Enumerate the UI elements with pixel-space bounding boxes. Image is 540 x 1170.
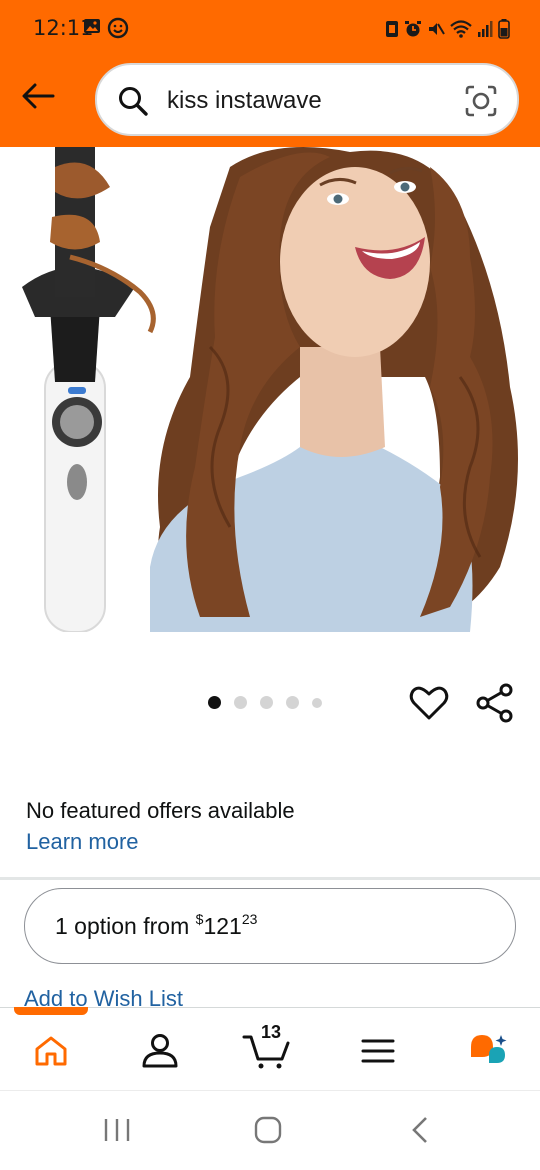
back-arrow-icon bbox=[22, 83, 55, 109]
search-icon bbox=[119, 87, 148, 116]
wifi-icon bbox=[450, 20, 472, 38]
share-button[interactable] bbox=[474, 682, 516, 724]
carousel-dot-3[interactable] bbox=[260, 696, 273, 709]
carousel-indicator[interactable] bbox=[208, 696, 322, 709]
app-header: 12:11 kiss instawave bbox=[0, 0, 540, 147]
option-price-label: 1 option from $12123 bbox=[55, 911, 258, 940]
mute-icon bbox=[429, 23, 445, 35]
wishlist-heart-button[interactable] bbox=[408, 682, 450, 724]
product-photo bbox=[22, 147, 518, 632]
status-notification-icons bbox=[83, 17, 129, 39]
nav-rufus[interactable] bbox=[464, 1030, 514, 1072]
option-prefix: 1 option from bbox=[55, 913, 196, 939]
no-offers-message: No featured offers available bbox=[26, 798, 295, 823]
status-bar: 12:11 bbox=[0, 0, 540, 58]
gallery-icon bbox=[84, 19, 100, 33]
recent-apps-icon[interactable] bbox=[103, 1117, 131, 1143]
account-icon bbox=[142, 1034, 178, 1068]
back-button[interactable] bbox=[18, 76, 58, 116]
system-navigation-bar bbox=[0, 1090, 540, 1170]
price-whole: 121 bbox=[203, 913, 242, 939]
home-button-icon[interactable] bbox=[254, 1116, 282, 1144]
search-input[interactable]: kiss instawave bbox=[167, 87, 322, 115]
carousel-dot-5[interactable] bbox=[312, 697, 322, 708]
heart-icon bbox=[409, 686, 449, 720]
alarm-icon bbox=[405, 21, 421, 37]
section-divider bbox=[0, 877, 540, 880]
nav-menu[interactable] bbox=[353, 1030, 403, 1072]
bottom-navigation: 13 bbox=[0, 1007, 540, 1090]
smiley-badge-icon bbox=[107, 17, 129, 39]
status-system-icons bbox=[385, 19, 510, 39]
active-tab-indicator bbox=[14, 1007, 88, 1015]
nfc-icon bbox=[386, 21, 398, 37]
carousel-dot-2[interactable] bbox=[234, 696, 247, 709]
search-bar[interactable]: kiss instawave bbox=[95, 63, 519, 136]
camera-lens-icon[interactable] bbox=[464, 84, 498, 118]
product-image[interactable] bbox=[0, 147, 540, 632]
price-fraction: 23 bbox=[241, 911, 258, 927]
home-icon bbox=[35, 1036, 67, 1066]
battery-icon bbox=[498, 19, 510, 39]
rufus-icon bbox=[471, 1035, 507, 1063]
learn-more-link[interactable]: Learn more bbox=[26, 829, 139, 855]
menu-icon bbox=[361, 1039, 395, 1063]
nav-cart[interactable]: 13 bbox=[242, 1022, 292, 1072]
price-symbol: $ bbox=[195, 911, 204, 927]
nav-home[interactable] bbox=[26, 1030, 76, 1072]
cart-count-badge: 13 bbox=[261, 1022, 282, 1042]
signal-icon bbox=[478, 21, 493, 37]
see-options-button[interactable]: 1 option from $12123 bbox=[24, 888, 516, 964]
share-icon bbox=[476, 683, 513, 723]
carousel-dot-4[interactable] bbox=[286, 696, 299, 709]
carousel-dot-1[interactable] bbox=[208, 696, 221, 709]
back-nav-icon[interactable] bbox=[410, 1116, 430, 1144]
nav-account[interactable] bbox=[135, 1030, 185, 1072]
